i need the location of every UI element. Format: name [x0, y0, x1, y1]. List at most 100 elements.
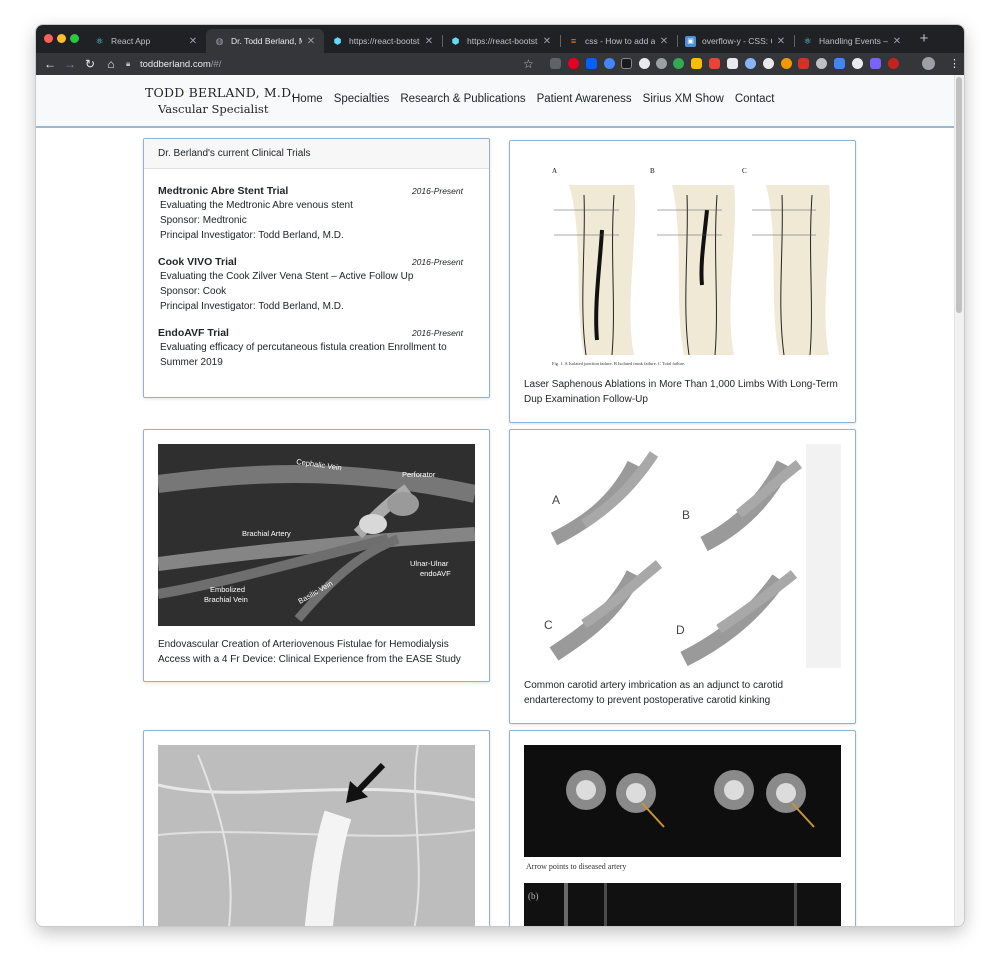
publication-card[interactable]: A B C Fig. 1. A Isolated junction failur… — [509, 140, 856, 423]
extension-icon[interactable] — [816, 58, 827, 69]
extension-icon[interactable] — [834, 58, 845, 69]
bookmark-star-icon[interactable]: ☆ — [523, 55, 534, 73]
extension-icon[interactable] — [691, 58, 702, 69]
site-brand[interactable]: TODD BERLAND, M.D. Vascular Specialist — [145, 85, 295, 116]
figure-note: Fig. 1. A Isolated junction failure. B I… — [552, 361, 685, 366]
trial-line: Evaluating the Cook Zilver Vena Stent – … — [160, 271, 414, 282]
extension-icon[interactable] — [888, 58, 899, 69]
figure-label: Arrow points to diseased artery — [526, 862, 626, 871]
scrollbar-thumb[interactable] — [956, 77, 962, 313]
brand-name: TODD BERLAND, M.D. — [145, 85, 296, 100]
tab-title: React App — [111, 36, 151, 46]
trial-line: Evaluating the Medtronic Abre venous ste… — [160, 200, 353, 211]
trial-line: Sponsor: Medtronic — [160, 215, 247, 226]
minimize-window-button[interactable] — [57, 34, 66, 43]
brand-subtitle: Vascular Specialist — [158, 102, 269, 116]
react-icon: ⚛ — [95, 35, 104, 46]
close-tab-icon[interactable]: ✕ — [424, 36, 434, 47]
reload-button[interactable]: ↻ — [81, 55, 99, 73]
extension-icon[interactable] — [745, 58, 756, 69]
tab-react-app[interactable]: ⚛ React App ✕ — [86, 29, 206, 53]
extension-icon[interactable] — [639, 58, 650, 69]
nav-home[interactable]: Home — [292, 93, 323, 105]
publication-card[interactable]: Cephalic Vein Perforator Brachial Artery… — [143, 429, 490, 682]
dnd-extension-icon[interactable] — [621, 58, 632, 69]
close-tab-icon[interactable]: ✕ — [892, 36, 902, 47]
home-button[interactable]: ⌂ — [102, 55, 120, 73]
react-bootstrap-icon: ⬢ — [451, 35, 460, 46]
close-tab-icon[interactable]: ✕ — [188, 36, 198, 47]
publication-caption: Endovascular Creation of Arteriovenous F… — [158, 639, 461, 665]
tab-stackoverflow[interactable]: ≡ css - How to add a s ✕ — [560, 29, 677, 53]
angiogram-figure: Cephalic Vein Perforator Brachial Artery… — [158, 444, 475, 626]
leg-veins-figure: A B C Fig. 1. A Isolated junction failur… — [524, 155, 841, 369]
tab-handling-events[interactable]: ⚛ Handling Events – Re ✕ — [794, 29, 910, 53]
extension-icon[interactable] — [870, 58, 881, 69]
leg-veins-illustration: A B C Fig. 1. A Isolated junction failur… — [552, 167, 831, 366]
figure-label: B — [682, 508, 690, 522]
extension-icon[interactable] — [852, 58, 863, 69]
figure-label: C — [544, 618, 553, 632]
close-tab-icon[interactable]: ✕ — [659, 36, 669, 47]
publication-card[interactable]: Arrow points to diseased artery (b) — [509, 730, 856, 926]
trial-line: Sponsor: Cook — [160, 286, 227, 297]
close-window-button[interactable] — [44, 34, 53, 43]
tab-title: Dr. Todd Berland, M.D. — [231, 36, 302, 46]
forward-button[interactable]: → — [61, 55, 79, 73]
extension-icon[interactable] — [727, 58, 738, 69]
extension-icon[interactable] — [781, 58, 792, 69]
nav-contact[interactable]: Contact — [735, 93, 775, 105]
globe-icon: ◍ — [215, 35, 224, 46]
page-scrollbar[interactable] — [954, 75, 964, 926]
extension-icon[interactable] — [798, 58, 809, 69]
extension-icon[interactable] — [604, 58, 615, 69]
tab-react-bootstrap-1[interactable]: ⬢ https://react-bootstrap ✕ — [324, 29, 442, 53]
close-tab-icon[interactable]: ✕ — [776, 36, 786, 47]
tab-todd-berland[interactable]: ◍ Dr. Todd Berland, M.D. ✕ — [206, 29, 324, 53]
trial-line: Principal Investigator: Todd Berland, M.… — [160, 301, 344, 312]
nav-sirius-xm-show[interactable]: Sirius XM Show — [643, 93, 724, 105]
figure-label: Perforator — [402, 470, 436, 479]
lock-icon: 🔒︎ — [126, 59, 131, 68]
pinterest-extension-icon[interactable] — [568, 58, 579, 69]
extension-icon[interactable] — [656, 58, 667, 69]
publication-card[interactable]: A B C D Common carotid artery imbricatio… — [509, 429, 856, 724]
angiogram-image: Cephalic Vein Perforator Brachial Artery… — [158, 457, 475, 622]
figure-label: endoAVF — [420, 569, 451, 578]
trial-item: Medtronic Abre Stent Trial 2016-Present … — [158, 185, 463, 242]
back-button[interactable]: ← — [41, 55, 59, 73]
publication-card[interactable] — [143, 730, 490, 926]
extension-icon[interactable] — [709, 58, 720, 69]
maximize-window-button[interactable] — [70, 34, 79, 43]
new-tab-button[interactable]: + — [916, 30, 932, 48]
figure-label: Ulnar-Ulnar — [410, 559, 449, 568]
profile-avatar[interactable] — [922, 57, 935, 70]
figure-label: Brachial Vein — [204, 595, 248, 604]
figure-label: A — [552, 493, 560, 507]
nav-research-publications[interactable]: Research & Publications — [400, 93, 525, 105]
figure-label: (b) — [528, 891, 539, 901]
nav-specialties[interactable]: Specialties — [334, 93, 390, 105]
close-tab-icon[interactable]: ✕ — [306, 36, 316, 47]
trial-line: Principal Investigator: Todd Berland, M.… — [160, 230, 344, 241]
address-bar[interactable]: 🔒︎ toddberland.com/#/ — [126, 55, 541, 73]
dropbox-extension-icon[interactable] — [586, 58, 597, 69]
tab-overflow-y[interactable]: ▣ overflow-y - CSS: Ca ✕ — [677, 29, 794, 53]
trial-item: EndoAVF Trial 2016-Present Evaluating ef… — [158, 327, 463, 369]
carotid-illustration: A B C D — [544, 444, 841, 668]
extension-icon[interactable] — [550, 58, 561, 69]
arteriogram-image — [158, 745, 475, 926]
react-icon: ⚛ — [803, 35, 812, 46]
trial-item: Cook VIVO Trial 2016-Present Evaluating … — [158, 256, 463, 313]
tab-title: https://react-bootstrap — [467, 36, 538, 46]
tab-react-bootstrap-2[interactable]: ⬢ https://react-bootstrap ✕ — [442, 29, 560, 53]
browser-menu-icon[interactable]: ⋮ — [949, 55, 960, 73]
extension-icon[interactable] — [763, 58, 774, 69]
tab-title: Handling Events – Re — [819, 36, 888, 46]
nav-patient-awareness[interactable]: Patient Awareness — [537, 93, 632, 105]
extension-icon[interactable] — [673, 58, 684, 69]
figure-label: Brachial Artery — [242, 529, 291, 538]
close-tab-icon[interactable]: ✕ — [542, 36, 552, 47]
stackoverflow-icon: ≡ — [570, 36, 577, 46]
url-path: /#/ — [210, 58, 222, 70]
